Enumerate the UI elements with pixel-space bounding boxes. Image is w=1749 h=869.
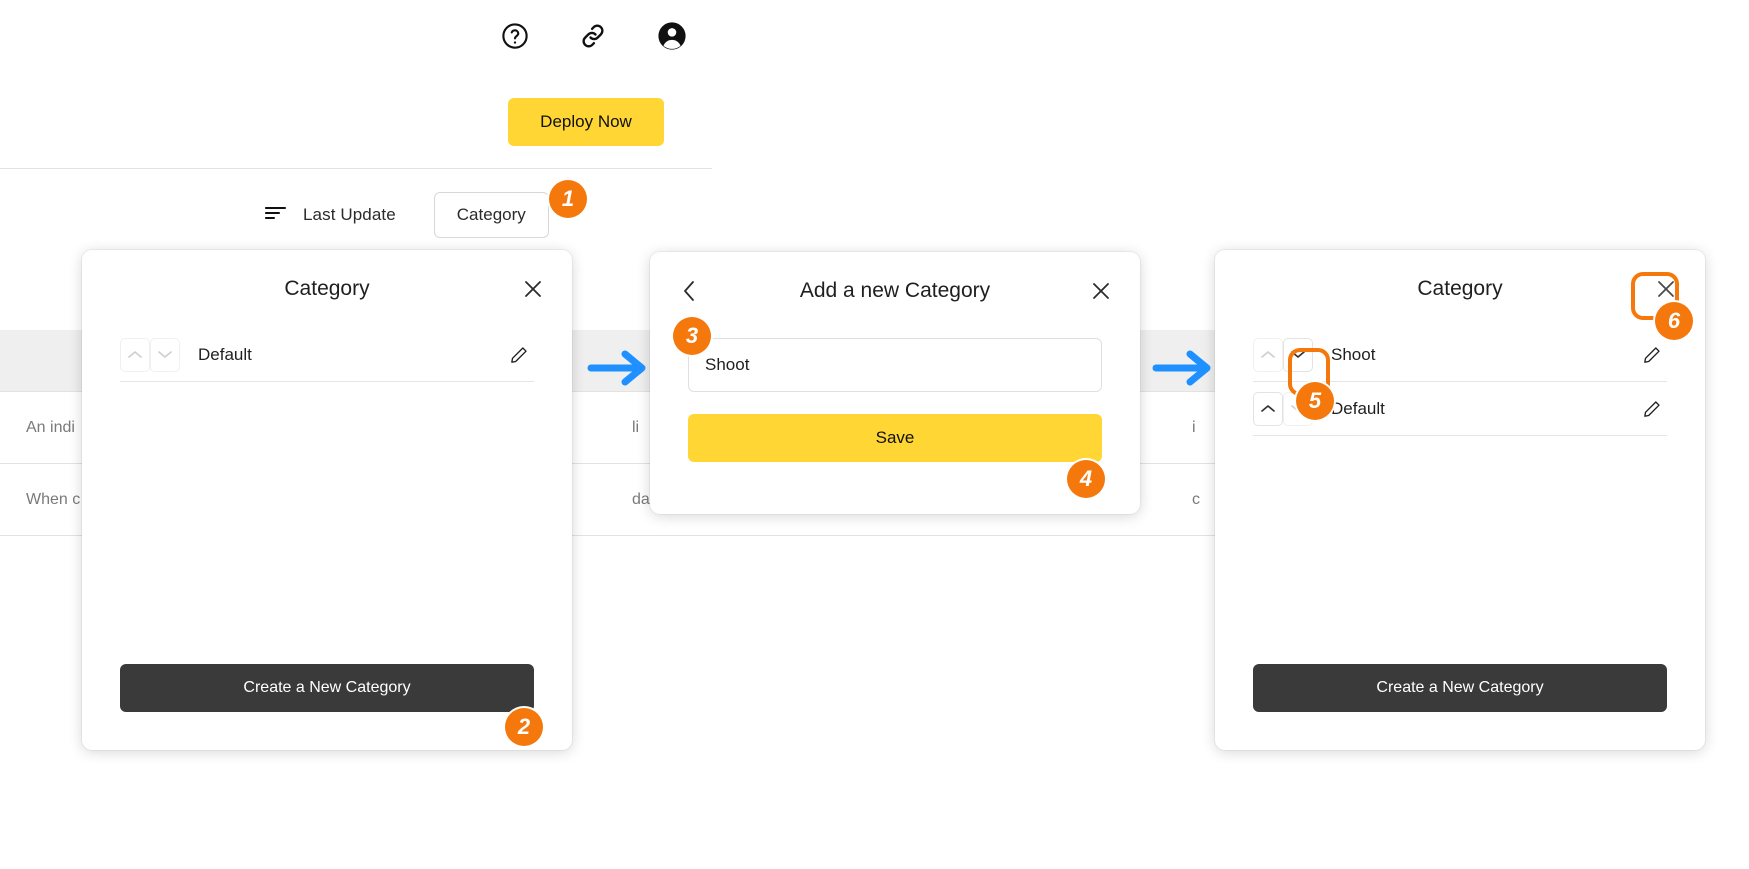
category-modal-step1: Category Default Create a New Category (82, 250, 572, 750)
modal-header: Add a new Category (650, 252, 1140, 330)
deploy-now-button[interactable]: Deploy Now (508, 98, 664, 146)
modal-title: Category (284, 277, 370, 300)
category-name: Default (198, 344, 252, 364)
account-icon[interactable] (656, 20, 688, 52)
last-update-label: Last Update (303, 205, 396, 224)
close-icon[interactable] (1084, 274, 1118, 308)
close-icon[interactable] (516, 272, 550, 306)
list-item: Default (120, 328, 534, 382)
screenshot-root: Deploy Now Last Update Category An indi … (0, 0, 1749, 869)
help-icon[interactable] (500, 21, 530, 51)
move-up-icon[interactable] (120, 337, 150, 372)
topbar-icons (500, 20, 688, 52)
edit-pencil-icon[interactable] (504, 340, 534, 370)
category-modal-step3: Category Shoot Default Create a New Cate… (1215, 250, 1705, 750)
category-filter-button[interactable]: Category (433, 192, 549, 238)
modal-title: Category (1417, 277, 1503, 300)
edit-pencil-icon[interactable] (1637, 394, 1667, 424)
move-down-icon[interactable] (150, 337, 180, 372)
flow-arrow-2 (1152, 348, 1216, 393)
annotation-badge-6: 6 (1655, 302, 1693, 340)
modal-header: Category (82, 250, 572, 328)
sort-icon[interactable] (264, 205, 287, 226)
flow-arrow-1 (587, 348, 651, 393)
category-name: Shoot (1331, 344, 1376, 364)
filter-bar: Last Update Category (264, 192, 549, 238)
annotation-badge-1: 1 (549, 180, 587, 218)
move-up-icon[interactable] (1253, 391, 1283, 426)
link-icon[interactable] (578, 21, 608, 51)
category-list: Default (82, 328, 572, 382)
move-up-icon[interactable] (1253, 337, 1283, 372)
modal-title: Add a new Category (799, 279, 991, 302)
annotation-badge-3: 3 (673, 317, 711, 355)
annotation-badge-2: 2 (505, 708, 543, 746)
header-divider (0, 168, 712, 169)
back-chevron-icon[interactable] (674, 276, 704, 306)
save-button[interactable]: Save (688, 414, 1102, 462)
category-name: Default (1331, 398, 1385, 418)
category-name-input[interactable] (688, 338, 1102, 392)
create-new-category-button[interactable]: Create a New Category (1253, 664, 1667, 712)
annotation-badge-4: 4 (1067, 460, 1105, 498)
annotation-badge-5: 5 (1296, 382, 1334, 420)
create-new-category-button[interactable]: Create a New Category (120, 664, 534, 712)
edit-pencil-icon[interactable] (1637, 340, 1667, 370)
